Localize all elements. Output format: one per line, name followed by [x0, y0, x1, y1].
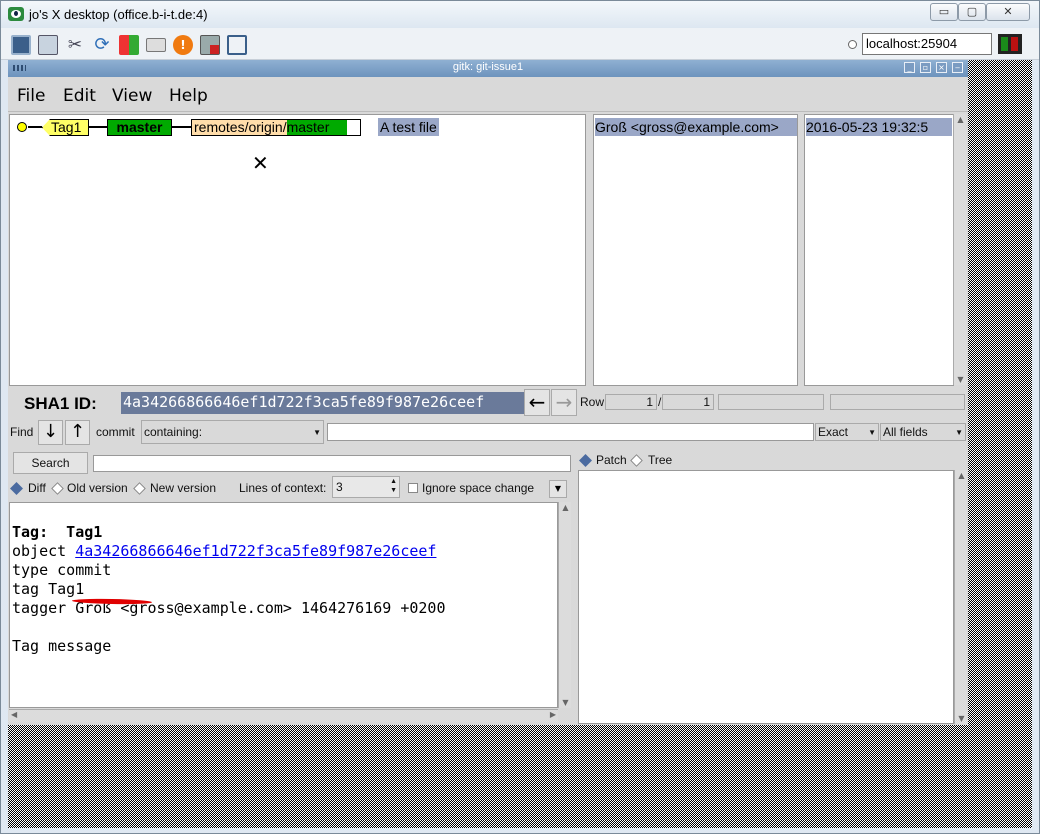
- gitk-shade-button[interactable]: ‒: [952, 62, 963, 73]
- date-pane[interactable]: [804, 114, 954, 386]
- remote-branch-label[interactable]: remotes/origin/master: [191, 119, 361, 136]
- menu-file[interactable]: File: [17, 86, 45, 106]
- commit-list-scrollbar[interactable]: ▲ ▼: [953, 114, 967, 385]
- lines-of-context-label: Lines of context:: [239, 481, 327, 495]
- find-input[interactable]: [327, 423, 814, 441]
- sha-field[interactable]: 4a34266866646ef1d722f3ca5fe89f987e26ceef: [121, 392, 524, 414]
- progress-bar: [830, 394, 965, 410]
- commit-graph-pane[interactable]: [9, 114, 586, 386]
- old-version-label[interactable]: Old version: [67, 481, 128, 495]
- gitk-minimize-button[interactable]: _: [904, 62, 915, 73]
- row-total: 1: [662, 394, 714, 410]
- vnc-eye-icon: [8, 7, 24, 21]
- remote-prefix: remotes/origin/: [192, 119, 287, 135]
- branch-label[interactable]: master: [107, 119, 172, 136]
- lines-of-context-spinbox[interactable]: 3 ▲ ▼: [332, 476, 400, 498]
- commit-node[interactable]: [17, 122, 27, 132]
- menu-view[interactable]: View: [112, 86, 152, 106]
- diff-label[interactable]: Diff: [28, 481, 46, 495]
- graph-line: [172, 126, 191, 128]
- chevron-down-icon: ▼: [313, 428, 321, 437]
- type-line: type commit: [12, 561, 112, 579]
- gitk-close-button[interactable]: ×: [936, 62, 947, 73]
- find-type-select[interactable]: containing: ▼: [141, 420, 324, 444]
- commit-details-text: Tag: Tag1 object 4a34266866646ef1d722f3ca…: [12, 504, 552, 704]
- commit-label: commit: [96, 425, 135, 439]
- ignore-space-checkbox[interactable]: [408, 483, 418, 493]
- menu-edit[interactable]: Edit: [63, 86, 96, 106]
- vnc-close-button[interactable]: ✕: [986, 3, 1030, 21]
- find-label: Find: [10, 425, 34, 439]
- vnc-maximize-button[interactable]: ▢: [958, 3, 986, 21]
- tag-line: tag Tag1: [12, 580, 85, 598]
- object-line: object 4a34266866646ef1d722f3ca5fe89f987…: [12, 542, 437, 560]
- tools-icon[interactable]: ✂: [65, 35, 85, 55]
- chevron-down-icon: ▼: [554, 484, 562, 493]
- sha-label: SHA1 ID:: [24, 394, 97, 413]
- copy-icon[interactable]: [38, 35, 58, 55]
- tag-label[interactable]: Tag1: [42, 119, 89, 136]
- keyboard-icon[interactable]: [146, 38, 166, 52]
- gitk-title: gitk: git-issue1: [452, 61, 524, 73]
- vnc-minimize-button[interactable]: ▭: [930, 3, 958, 21]
- find-type-value: containing:: [144, 425, 203, 439]
- connection-status-icon: [998, 34, 1022, 54]
- find-down-button[interactable]: ↓: [38, 420, 63, 445]
- ignore-space-label[interactable]: Ignore space change: [422, 481, 534, 495]
- new-version-label[interactable]: New version: [150, 481, 216, 495]
- row-current: 1: [605, 394, 657, 410]
- tree-label[interactable]: Tree: [648, 453, 672, 467]
- match-mode-value: Exact: [818, 425, 849, 439]
- author-pane[interactable]: [593, 114, 798, 386]
- patch-label[interactable]: Patch: [596, 453, 627, 467]
- host-option[interactable]: [848, 40, 857, 49]
- graph-line: [89, 126, 107, 128]
- spinbox-up-icon[interactable]: ▲: [390, 478, 397, 485]
- chevron-down-icon: ▼: [955, 428, 963, 437]
- window-menu-icon[interactable]: [13, 65, 26, 71]
- row-label: Row: [580, 395, 605, 409]
- chevron-down-icon: ▼: [868, 428, 876, 437]
- graph-line: [28, 126, 42, 128]
- object-sha-link[interactable]: 4a34266866646ef1d722f3ca5fe89f987e26ceef: [75, 542, 436, 560]
- forward-button[interactable]: →: [551, 389, 577, 416]
- row-separator: /: [658, 395, 662, 409]
- monitor-icon[interactable]: [11, 35, 31, 55]
- commit-author[interactable]: Groß <gross@example.com>: [595, 118, 797, 136]
- commit-date[interactable]: 2016-05-23 19:32:5: [806, 118, 952, 136]
- fullscreen-icon[interactable]: [227, 35, 247, 55]
- gitk-title-bar: gitk: git-issue1 _ ▫ × ‒: [8, 60, 968, 77]
- vnc-title: jo's X desktop (office.b-i-t.de:4): [29, 7, 208, 22]
- alert-icon[interactable]: !: [173, 35, 193, 55]
- remote-branch: master: [286, 120, 347, 135]
- commit-subject[interactable]: A test file: [378, 118, 439, 136]
- windows-icon[interactable]: [119, 35, 139, 55]
- tag-header: Tag: Tag1: [12, 523, 103, 541]
- menu-help[interactable]: Help: [169, 86, 208, 106]
- details-vertical-scrollbar[interactable]: ▲ ▼: [558, 502, 571, 708]
- file-list-scrollbar[interactable]: ▲ ▼: [954, 470, 967, 724]
- match-mode-select[interactable]: Exact ▼: [815, 423, 879, 441]
- diff-options-menu-button[interactable]: ▼: [549, 480, 567, 498]
- disconnect-icon[interactable]: [200, 35, 220, 55]
- close-icon: ✕: [252, 151, 269, 175]
- gitk-restore-button[interactable]: ▫: [920, 62, 931, 73]
- lines-of-context-value: 3: [336, 480, 343, 494]
- spinbox-down-icon[interactable]: ▼: [390, 487, 397, 494]
- search-fields-value: All fields: [883, 425, 928, 439]
- search-button[interactable]: Search: [13, 452, 88, 474]
- file-list-pane[interactable]: [578, 470, 954, 724]
- status-field: [718, 394, 824, 410]
- details-horizontal-scrollbar[interactable]: ◀ ▶: [9, 709, 558, 722]
- search-input[interactable]: [93, 455, 571, 472]
- find-up-button[interactable]: ↑: [65, 420, 90, 445]
- tag-message: Tag message: [12, 637, 112, 655]
- host-field[interactable]: localhost:25904: [862, 33, 992, 55]
- refresh-icon[interactable]: ⟳: [92, 35, 112, 55]
- vnc-title-bar: jo's X desktop (office.b-i-t.de:4): [1, 1, 1039, 28]
- search-fields-select[interactable]: All fields ▼: [880, 423, 966, 441]
- back-button[interactable]: ←: [524, 389, 550, 416]
